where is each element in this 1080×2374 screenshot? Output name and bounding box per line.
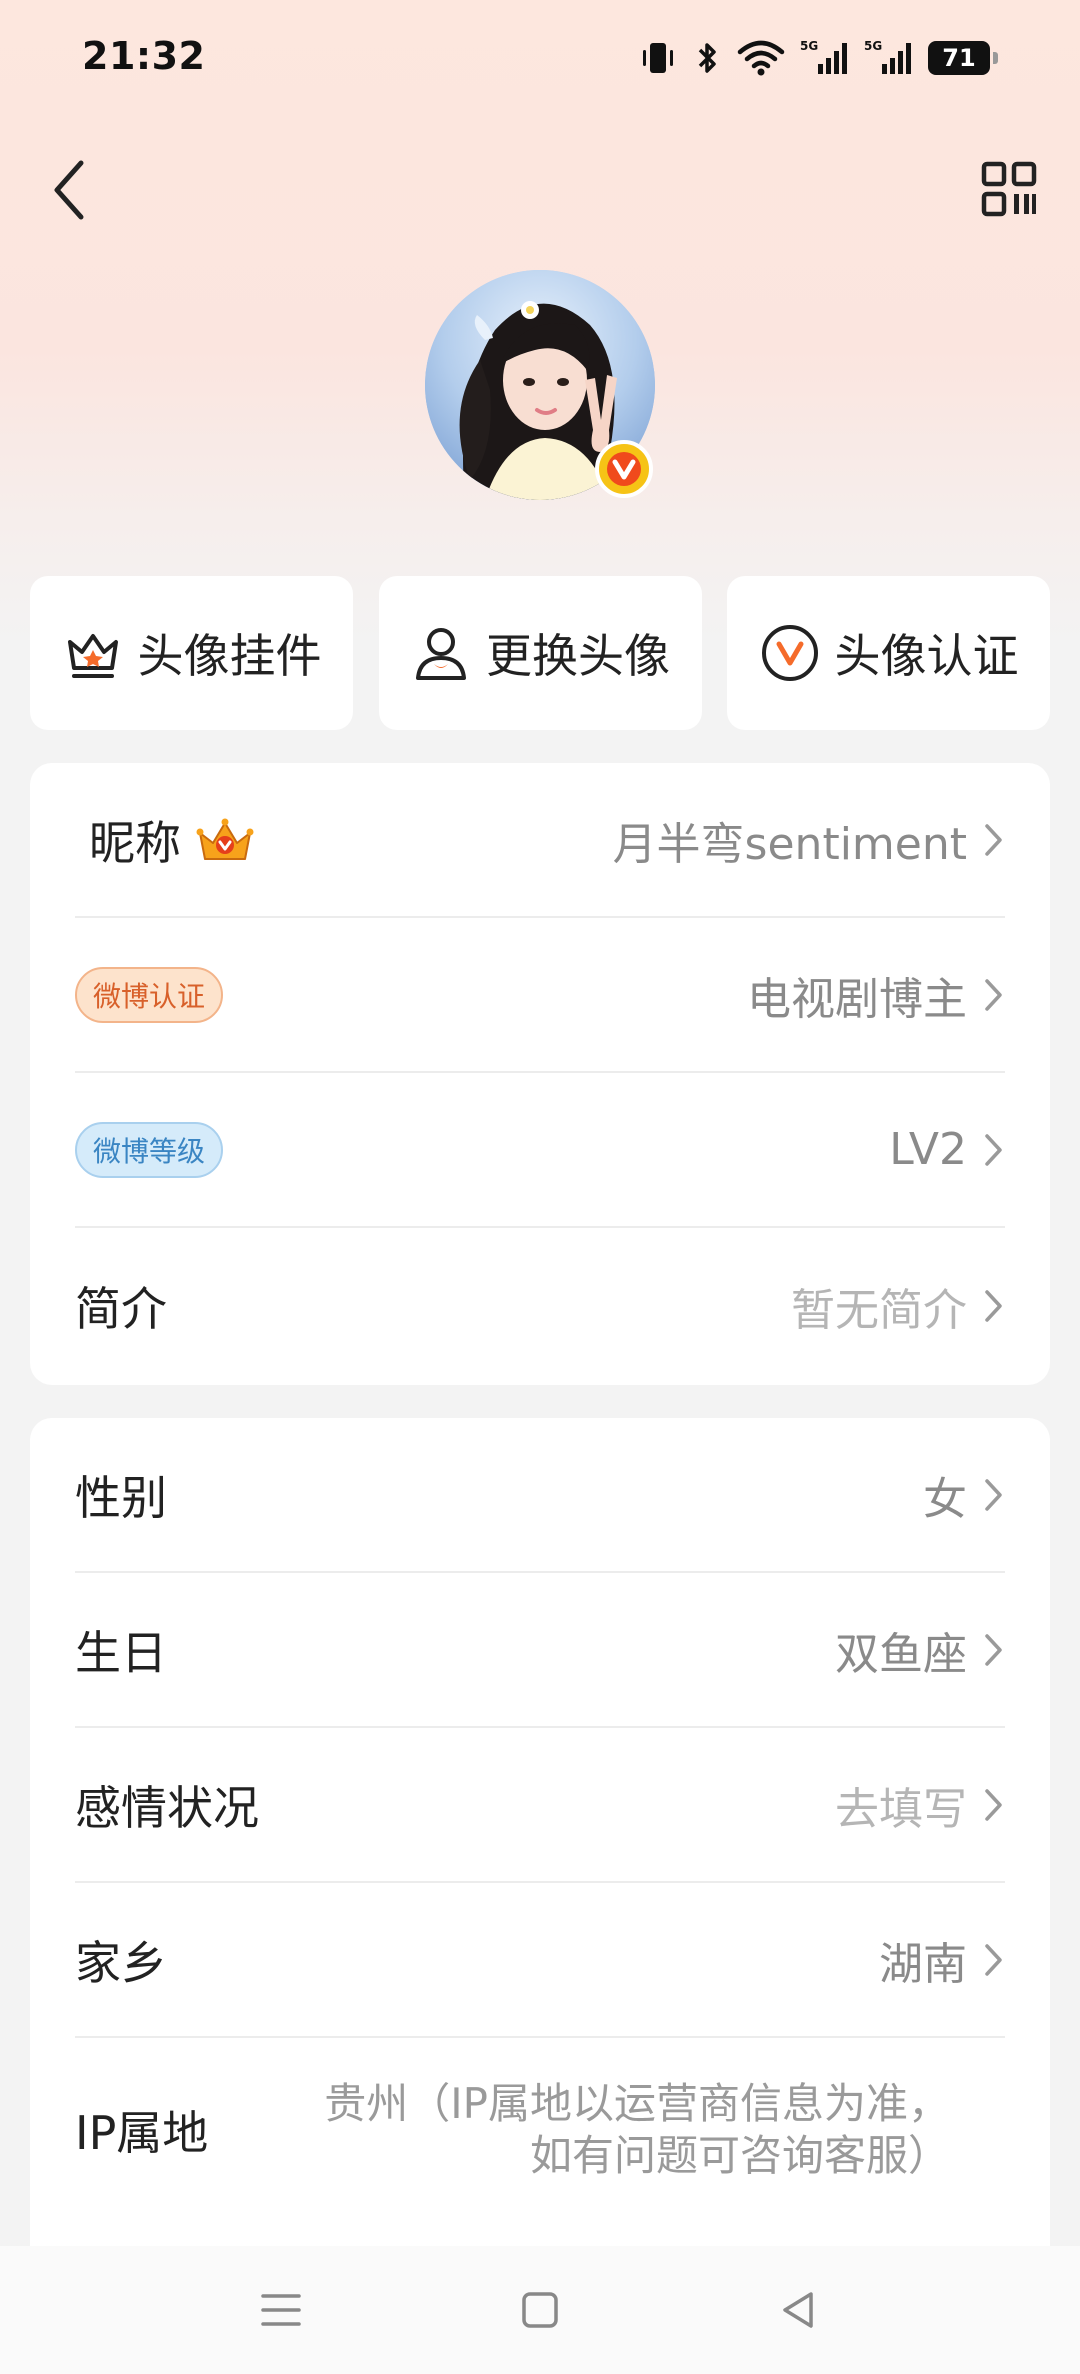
nickname-label: 昵称 bbox=[89, 815, 181, 870]
status-icons: 5G 5G 71 bbox=[638, 36, 998, 80]
chevron-right-icon bbox=[985, 1133, 1002, 1166]
signal-5g-icon: 5G bbox=[864, 38, 914, 78]
chevron-right-icon bbox=[985, 823, 1002, 856]
avatar-verify-button[interactable]: 头像认证 bbox=[727, 576, 1050, 730]
menu-icon[interactable] bbox=[259, 2288, 303, 2332]
chevron-right-icon bbox=[985, 978, 1002, 1011]
nickname-value: 月半弯sentiment bbox=[612, 818, 967, 870]
nickname-row[interactable]: 昵称 月半弯sentiment bbox=[75, 763, 1005, 918]
chevron-right-icon bbox=[985, 1289, 1002, 1322]
qr-code-icon bbox=[981, 161, 1037, 217]
back-chevron-icon bbox=[54, 160, 84, 220]
system-nav-bar bbox=[0, 2246, 1080, 2374]
avatar-pendant-label: 头像挂件 bbox=[137, 629, 322, 683]
avatar-verify-label: 头像认证 bbox=[834, 629, 1019, 683]
battery-indicator: 71 bbox=[928, 41, 998, 75]
weibo-auth-row[interactable]: 微博认证 电视剧博主 bbox=[75, 918, 1005, 1073]
profile-card: 昵称 月半弯sentiment 微博认证 电视剧博主 微博等级 LV2 简介 暂… bbox=[30, 763, 1050, 1385]
hometown-row[interactable]: 家乡 湖南 bbox=[75, 1883, 1005, 2038]
weibo-auth-tag: 微博认证 bbox=[75, 966, 224, 1023]
status-bar: 21:32 5G 5G 71 bbox=[0, 0, 1080, 120]
bio-value: 暂无简介 bbox=[791, 1284, 967, 1336]
ip-location-value: 贵州（IP属地以运营商信息为准， 如有问题可咨询客服） bbox=[324, 2078, 1005, 2182]
hometown-label: 家乡 bbox=[75, 1935, 167, 1990]
relationship-row[interactable]: 感情状况 去填写 bbox=[75, 1728, 1005, 1883]
hometown-value-group: 湖南 bbox=[879, 1928, 1005, 1992]
change-avatar-button[interactable]: 更换头像 bbox=[378, 576, 702, 730]
bio-label: 简介 bbox=[75, 1281, 167, 1336]
chevron-right-icon bbox=[985, 1943, 1002, 1976]
bluetooth-icon bbox=[692, 38, 722, 78]
v-circle-icon bbox=[761, 625, 818, 681]
ip-location-row: IP属地 贵州（IP属地以运营商信息为准， 如有问题可咨询客服） bbox=[75, 2040, 1005, 2220]
relationship-value: 去填写 bbox=[835, 1783, 967, 1835]
verified-v-icon bbox=[607, 452, 641, 486]
crown-outline-icon bbox=[67, 634, 118, 678]
profile-edit-page: 21:32 5G 5G 71 头像挂件 更换头像 头像认证 昵称 月半弯sent… bbox=[0, 0, 1080, 2374]
ip-location-value-line2: 如有问题可咨询客服） bbox=[529, 2131, 950, 2180]
crown-icon bbox=[196, 818, 254, 860]
relationship-value-group: 去填写 bbox=[835, 1773, 1005, 1837]
weibo-auth-value: 电视剧博主 bbox=[747, 973, 967, 1025]
person-icon bbox=[416, 628, 466, 680]
birthday-value-group: 双鱼座 bbox=[835, 1618, 1005, 1682]
back-button[interactable] bbox=[30, 150, 110, 230]
chevron-right-icon bbox=[985, 1788, 1002, 1821]
avatar-container[interactable] bbox=[425, 270, 655, 500]
birthday-value: 双鱼座 bbox=[835, 1628, 967, 1680]
battery-level: 71 bbox=[942, 44, 976, 72]
nickname-label-group: 昵称 bbox=[75, 807, 255, 873]
signal-5g-icon: 5G bbox=[800, 38, 850, 78]
nickname-value-group: 月半弯sentiment bbox=[613, 808, 1005, 872]
bio-value-group: 暂无简介 bbox=[791, 1274, 1005, 1338]
bio-row[interactable]: 简介 暂无简介 bbox=[75, 1228, 1005, 1383]
ip-location-label: IP属地 bbox=[75, 2106, 209, 2160]
weibo-level-value-group: LV2 bbox=[889, 1124, 1005, 1175]
status-time: 21:32 bbox=[82, 34, 206, 78]
gender-value: 女 bbox=[923, 1473, 967, 1525]
verified-badge bbox=[595, 440, 653, 498]
svg-text:5G: 5G bbox=[800, 39, 818, 53]
top-nav bbox=[0, 140, 1080, 240]
weibo-level-tag: 微博等级 bbox=[75, 1121, 224, 1178]
hometown-value: 湖南 bbox=[879, 1938, 967, 1990]
weibo-auth-label-group: 微博认证 bbox=[75, 966, 224, 1023]
wifi-icon bbox=[736, 38, 786, 78]
gender-row[interactable]: 性别 女 bbox=[75, 1418, 1005, 1573]
relationship-label: 感情状况 bbox=[75, 1780, 259, 1835]
chevron-right-icon bbox=[985, 1478, 1002, 1511]
weibo-level-label-group: 微博等级 bbox=[75, 1121, 224, 1178]
birthday-row[interactable]: 生日 双鱼座 bbox=[75, 1573, 1005, 1728]
change-avatar-label: 更换头像 bbox=[486, 629, 670, 683]
vibrate-icon bbox=[638, 38, 678, 78]
back-triangle-icon[interactable] bbox=[777, 2288, 821, 2332]
weibo-level-row[interactable]: 微博等级 LV2 bbox=[75, 1073, 1005, 1228]
ip-location-value-line1: 贵州（IP属地以运营商信息为准， bbox=[324, 2079, 950, 2128]
svg-text:5G: 5G bbox=[864, 39, 882, 53]
chevron-right-icon bbox=[985, 1633, 1002, 1666]
weibo-auth-value-group: 电视剧博主 bbox=[747, 963, 1005, 1027]
avatar-pendant-button[interactable]: 头像挂件 bbox=[30, 576, 353, 730]
weibo-level-value: LV2 bbox=[889, 1124, 967, 1175]
home-icon[interactable] bbox=[518, 2288, 562, 2332]
gender-value-group: 女 bbox=[923, 1463, 1005, 1527]
info-card: 性别 女 生日 双鱼座 感情状况 去填写 家乡 湖南 IP属地 贵州（IP属地以… bbox=[30, 1418, 1050, 2248]
qr-code-button[interactable] bbox=[970, 150, 1050, 230]
avatar-actions: 头像挂件 更换头像 头像认证 bbox=[30, 576, 1050, 730]
birthday-label: 生日 bbox=[75, 1625, 167, 1680]
gender-label: 性别 bbox=[75, 1470, 167, 1525]
